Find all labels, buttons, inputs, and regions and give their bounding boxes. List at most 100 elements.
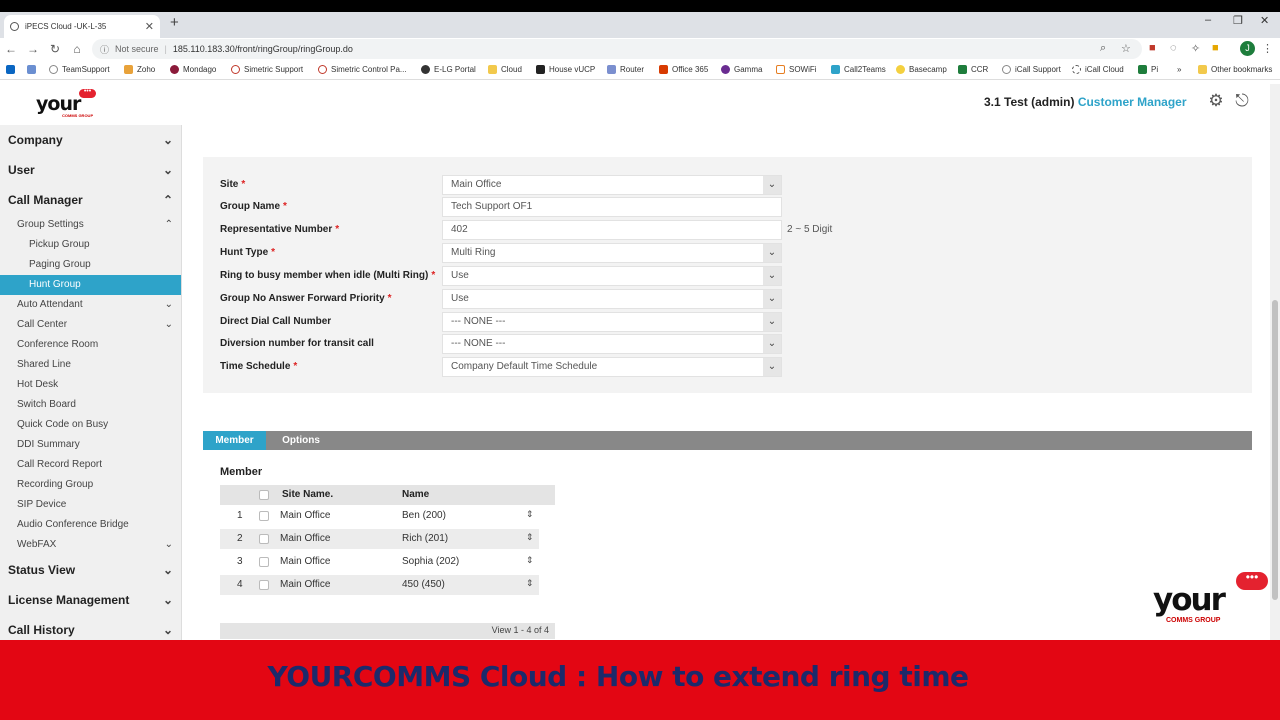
- sidebar-item-webfax[interactable]: WebFAX ⌄: [0, 535, 181, 555]
- no-answer-select[interactable]: Use ⌄: [442, 289, 782, 309]
- sidebar-item-conference-room[interactable]: Conference Room: [0, 335, 181, 355]
- menu-icon[interactable]: ⋮: [1262, 42, 1273, 55]
- sidebar-item-call-history[interactable]: Call History ⌄: [0, 615, 181, 640]
- tab-member[interactable]: Member: [203, 431, 266, 450]
- bookmark-icon[interactable]: [27, 65, 40, 74]
- bookmark-sowifi[interactable]: SOWiFi: [776, 65, 817, 74]
- table-row[interactable]: 3 Main Office Sophia (202) ⇕: [220, 552, 539, 572]
- other-bookmarks[interactable]: Other bookmarks: [1198, 65, 1272, 74]
- row-checkbox[interactable]: [259, 534, 269, 544]
- profile-avatar[interactable]: J: [1240, 41, 1255, 56]
- chevron-down-icon: ⌄: [162, 593, 173, 607]
- forward-icon[interactable]: →: [22, 42, 44, 56]
- table-row[interactable]: 4 Main Office 450 (450) ⇕: [220, 575, 539, 595]
- reorder-icon[interactable]: ⇕: [526, 555, 534, 566]
- bookmark-zoho[interactable]: Zoho: [124, 65, 155, 74]
- sidebar-item-sip-device[interactable]: SIP Device: [0, 495, 181, 515]
- chevron-down-icon: ⌄: [162, 163, 173, 177]
- reorder-icon[interactable]: ⇕: [526, 509, 534, 520]
- extension-icon[interactable]: ✧: [1191, 42, 1200, 55]
- settings-gear-icon[interactable]: ⚙: [1207, 92, 1225, 110]
- sidebar-item-ddi-summary[interactable]: DDI Summary: [0, 435, 181, 455]
- sidebar-item-user[interactable]: User ⌄: [0, 155, 181, 185]
- sidebar-item-license-management[interactable]: License Management ⌄: [0, 585, 181, 615]
- sidebar-item-audio-conference-bridge[interactable]: Audio Conference Bridge: [0, 515, 181, 535]
- row-checkbox[interactable]: [259, 557, 269, 567]
- extension-icon[interactable]: ■: [1212, 42, 1219, 54]
- browser-tab[interactable]: iPECS Cloud -UK-L-35 ✕: [4, 15, 160, 38]
- bookmark-office365[interactable]: Office 365: [659, 65, 708, 74]
- rep-number-input[interactable]: 402: [442, 220, 782, 240]
- extension-icon[interactable]: ■: [1149, 42, 1156, 54]
- ring-busy-select[interactable]: Use ⌄: [442, 266, 782, 286]
- select-all-checkbox[interactable]: [259, 490, 269, 500]
- restore-icon[interactable]: ❐: [1233, 14, 1243, 27]
- site-select[interactable]: Main Office ⌄: [442, 175, 782, 195]
- zoom-icon[interactable]: ⌕: [1100, 42, 1106, 55]
- bookmark-pi[interactable]: Pi: [1138, 65, 1158, 74]
- bookmark-cloud[interactable]: Cloud: [488, 65, 522, 74]
- table-row[interactable]: 1 Main Office Ben (200) ⇕: [220, 506, 539, 526]
- bookmark-router[interactable]: Router: [607, 65, 644, 74]
- close-window-icon[interactable]: ✕: [1260, 14, 1269, 27]
- minimize-icon[interactable]: –: [1205, 14, 1211, 26]
- reorder-icon[interactable]: ⇕: [526, 578, 534, 589]
- reorder-icon[interactable]: ⇕: [526, 532, 534, 543]
- sidebar-item-status-view[interactable]: Status View ⌄: [0, 555, 181, 585]
- row-checkbox[interactable]: [259, 580, 269, 590]
- hunt-type-select[interactable]: Multi Ring ⌄: [442, 243, 782, 263]
- info-icon[interactable]: ⓘ: [100, 43, 109, 56]
- sidebar-item-pickup-group[interactable]: Pickup Group: [0, 235, 181, 255]
- bookmark-elg-portal[interactable]: E-LG Portal: [421, 65, 476, 74]
- bookmark-house-vucp[interactable]: House vUCP: [536, 65, 595, 74]
- bookmark-icall-cloud[interactable]: iCall Cloud: [1072, 65, 1124, 74]
- extension-icon[interactable]: ◌: [1170, 42, 1177, 54]
- sidebar-item-hunt-group[interactable]: Hunt Group: [0, 275, 181, 295]
- sidebar-item-quick-code[interactable]: Quick Code on Busy: [0, 415, 181, 435]
- brand-logo[interactable]: your: [36, 93, 81, 115]
- row-checkbox[interactable]: [259, 511, 269, 521]
- sidebar-item-shared-line[interactable]: Shared Line: [0, 355, 181, 375]
- linkedin-icon[interactable]: [6, 65, 19, 74]
- bookmark-simetric-support[interactable]: Simetric Support: [231, 65, 303, 74]
- bookmark-ccr[interactable]: CCR: [958, 65, 988, 74]
- reload-icon[interactable]: ↻: [44, 42, 66, 56]
- diversion-select[interactable]: --- NONE --- ⌄: [442, 334, 782, 354]
- page-scrollbar-thumb[interactable]: [1272, 300, 1278, 600]
- sidebar-item-auto-attendant[interactable]: Auto Attendant ⌄: [0, 295, 181, 315]
- sidebar-item-hot-desk[interactable]: Hot Desk: [0, 375, 181, 395]
- time-schedule-select[interactable]: Company Default Time Schedule ⌄: [442, 357, 782, 377]
- bookmark-mondago[interactable]: Mondago: [170, 65, 216, 74]
- logout-icon[interactable]: ⎋: [1233, 92, 1251, 110]
- row-name: 450 (450): [402, 579, 445, 590]
- group-name-input[interactable]: Tech Support OF1: [442, 197, 782, 217]
- col-site-name: Site Name.: [282, 489, 334, 500]
- home-icon[interactable]: ⌂: [66, 42, 88, 56]
- sidebar-item-call-manager[interactable]: Call Manager ⌃: [0, 185, 181, 215]
- close-tab-icon[interactable]: ✕: [145, 20, 154, 33]
- sidebar-item-call-center[interactable]: Call Center ⌄: [0, 315, 181, 335]
- sidebar-item-company[interactable]: Company ⌄: [0, 125, 181, 155]
- sidebar-item-recording-group[interactable]: Recording Group: [0, 475, 181, 495]
- bookmark-basecamp[interactable]: Basecamp: [896, 65, 947, 74]
- sidebar-item-group-settings[interactable]: Group Settings ⌃: [0, 215, 181, 235]
- tab-options[interactable]: Options: [266, 431, 336, 450]
- user-role[interactable]: Customer Manager: [1078, 95, 1187, 109]
- new-tab-button[interactable]: +: [170, 14, 179, 31]
- direct-dial-select[interactable]: --- NONE --- ⌄: [442, 312, 782, 332]
- sidebar-item-call-record-report[interactable]: Call Record Report: [0, 455, 181, 475]
- caption-text: YOURCOMMS Cloud : How to extend ring tim…: [267, 660, 969, 693]
- bookmark-teamsupport[interactable]: TeamSupport: [49, 65, 110, 74]
- url-input[interactable]: ⓘ Not secure | 185.110.183.30/front/ring…: [92, 39, 1142, 59]
- chevron-down-icon: ⌄: [164, 319, 173, 330]
- bookmarks-overflow[interactable]: »: [1177, 65, 1181, 74]
- table-row[interactable]: 2 Main Office Rich (201) ⇕: [220, 529, 539, 549]
- bookmark-simetric-control[interactable]: Simetric Control Pa...: [318, 65, 407, 74]
- star-icon[interactable]: ☆: [1121, 42, 1131, 55]
- sidebar-item-switch-board[interactable]: Switch Board: [0, 395, 181, 415]
- bookmark-gamma[interactable]: Gamma: [721, 65, 762, 74]
- back-icon[interactable]: ←: [0, 42, 22, 56]
- bookmark-icall-support[interactable]: iCall Support: [1002, 65, 1061, 74]
- bookmark-call2teams[interactable]: Call2Teams: [831, 65, 886, 74]
- sidebar-item-paging-group[interactable]: Paging Group: [0, 255, 181, 275]
